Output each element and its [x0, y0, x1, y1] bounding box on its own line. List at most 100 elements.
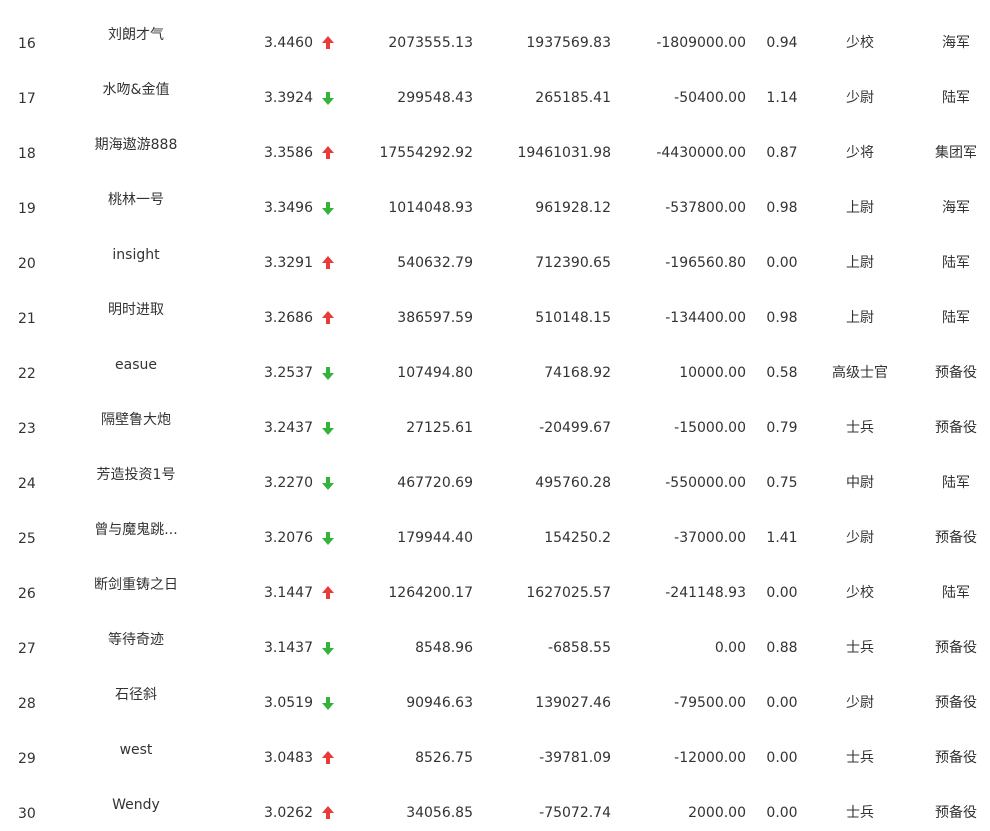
- rank-cell: 17: [18, 91, 36, 107]
- military-rank-cell: 士兵: [846, 805, 874, 821]
- name-cell[interactable]: 刘朗才气: [62, 26, 210, 44]
- value-2-cell: -39781.09: [539, 750, 611, 766]
- value-3-cell: -537800.00: [665, 200, 746, 216]
- value-1-cell: 27125.61: [406, 420, 473, 436]
- rank-cell: 27: [18, 641, 36, 657]
- military-rank-cell: 士兵: [846, 750, 874, 766]
- score-cell: 3.3924: [264, 90, 313, 106]
- name-cell[interactable]: insight: [62, 246, 210, 264]
- value-2-cell: 74168.92: [544, 365, 611, 381]
- table-row[interactable]: 18 期海遨游888 3.3586 17554292.92 19461031.9…: [0, 118, 990, 173]
- value-2-cell: 19461031.98: [517, 145, 611, 161]
- value-3-cell: 2000.00: [688, 805, 746, 821]
- arrow-down-icon: [321, 199, 335, 217]
- ratio-cell: 0.00: [766, 805, 798, 821]
- value-3-cell: -12000.00: [674, 750, 746, 766]
- table-row[interactable]: 23 隔壁鲁大炮 3.2437 27125.61 -20499.67 -1500…: [0, 393, 990, 448]
- military-rank-cell: 士兵: [846, 640, 874, 656]
- table-row[interactable]: 26 断剑重铸之日 3.1447 1264200.17 1627025.57 -…: [0, 558, 990, 613]
- score-cell: 3.2437: [264, 420, 313, 436]
- branch-cell: 预备役: [935, 750, 977, 766]
- name-cell[interactable]: 明时进取: [62, 301, 210, 319]
- value-2-cell: 265185.41: [535, 90, 611, 106]
- name-cell[interactable]: 桃林一号: [62, 191, 210, 209]
- name-cell[interactable]: 等待奇迹: [62, 631, 210, 649]
- value-3-cell: -241148.93: [665, 585, 746, 601]
- table-row[interactable]: 21 明时进取 3.2686 386597.59 510148.15 -1344…: [0, 283, 990, 338]
- table-row[interactable]: 27 等待奇迹 3.1437 8548.96 -6858.55 0.00 0.8…: [0, 613, 990, 668]
- score-cell: 3.2270: [264, 475, 313, 491]
- score-cell: 3.3586: [264, 145, 313, 161]
- arrow-up-icon: [321, 584, 335, 602]
- name-cell[interactable]: Wendy: [62, 796, 210, 814]
- value-1-cell: 34056.85: [406, 805, 473, 821]
- table-row[interactable]: 28 石径斜 3.0519 90946.63 139027.46 -79500.…: [0, 668, 990, 723]
- table-row[interactable]: 20 insight 3.3291 540632.79 712390.65 -1…: [0, 228, 990, 283]
- branch-cell: 海军: [942, 200, 970, 216]
- military-rank-cell: 少校: [846, 585, 874, 601]
- table-row[interactable]: 24 芳造投资1号 3.2270 467720.69 495760.28 -55…: [0, 448, 990, 503]
- table-row[interactable]: 30 Wendy 3.0262 34056.85 -75072.74 2000.…: [0, 778, 990, 831]
- military-rank-cell: 上尉: [846, 310, 874, 326]
- name-cell[interactable]: easue: [62, 356, 210, 374]
- table-row[interactable]: 16 刘朗才气 3.4460 2073555.13 1937569.83 -18…: [0, 8, 990, 63]
- arrow-up-icon: [321, 254, 335, 272]
- score-cell: 3.0262: [264, 805, 313, 821]
- value-1-cell: 299548.43: [397, 90, 473, 106]
- arrow-up-icon: [321, 144, 335, 162]
- ratio-cell: 1.41: [766, 530, 798, 546]
- military-rank-cell: 少尉: [846, 695, 874, 711]
- rank-cell: 30: [18, 806, 36, 822]
- name-cell[interactable]: 断剑重铸之日: [62, 576, 210, 594]
- score-cell: 3.0519: [264, 695, 313, 711]
- arrow-down-icon: [321, 419, 335, 437]
- name-cell[interactable]: 芳造投资1号: [62, 466, 210, 484]
- military-rank-cell: 士兵: [846, 420, 874, 436]
- table-row[interactable]: 17 水吻&金值 3.3924 299548.43 265185.41 -504…: [0, 63, 990, 118]
- military-rank-cell: 少尉: [846, 530, 874, 546]
- name-cell[interactable]: 期海遨游888: [62, 136, 210, 154]
- military-rank-cell: 少将: [846, 145, 874, 161]
- value-3-cell: -196560.80: [665, 255, 746, 271]
- ratio-cell: 1.14: [766, 90, 798, 106]
- value-1-cell: 1264200.17: [388, 585, 473, 601]
- branch-cell: 预备役: [935, 420, 977, 436]
- military-rank-cell: 高级士官: [832, 365, 888, 381]
- value-3-cell: -15000.00: [674, 420, 746, 436]
- table-row[interactable]: 25 曾与魔鬼跳... 3.2076 179944.40 154250.2 -3…: [0, 503, 990, 558]
- arrow-down-icon: [321, 364, 335, 382]
- rank-cell: 19: [18, 201, 36, 217]
- rank-cell: 28: [18, 696, 36, 712]
- rank-cell: 25: [18, 531, 36, 547]
- arrow-down-icon: [321, 529, 335, 547]
- value-3-cell: -550000.00: [665, 475, 746, 491]
- table-row[interactable]: 22 easue 3.2537 107494.80 74168.92 10000…: [0, 338, 990, 393]
- rank-cell: 20: [18, 256, 36, 272]
- branch-cell: 集团军: [935, 145, 977, 161]
- name-cell[interactable]: 石径斜: [62, 686, 210, 704]
- arrow-down-icon: [321, 694, 335, 712]
- arrow-up-icon: [321, 309, 335, 327]
- ratio-cell: 0.98: [766, 200, 798, 216]
- score-cell: 3.1447: [264, 585, 313, 601]
- arrow-down-icon: [321, 89, 335, 107]
- branch-cell: 海军: [942, 35, 970, 51]
- rank-cell: 24: [18, 476, 36, 492]
- score-cell: 3.3291: [264, 255, 313, 271]
- value-1-cell: 467720.69: [397, 475, 473, 491]
- table-row[interactable]: 19 桃林一号 3.3496 1014048.93 961928.12 -537…: [0, 173, 990, 228]
- name-cell[interactable]: 水吻&金值: [62, 81, 210, 99]
- value-3-cell: -4430000.00: [656, 145, 746, 161]
- name-cell[interactable]: west: [62, 741, 210, 759]
- value-2-cell: 712390.65: [535, 255, 611, 271]
- value-2-cell: 1627025.57: [526, 585, 611, 601]
- value-2-cell: 1937569.83: [526, 35, 611, 51]
- ratio-cell: 0.00: [766, 585, 798, 601]
- arrow-up-icon: [321, 804, 335, 822]
- branch-cell: 陆军: [942, 310, 970, 326]
- table-row[interactable]: 29 west 3.0483 8526.75 -39781.09 -12000.…: [0, 723, 990, 778]
- value-1-cell: 386597.59: [397, 310, 473, 326]
- name-cell[interactable]: 隔壁鲁大炮: [62, 411, 210, 429]
- name-cell[interactable]: 曾与魔鬼跳...: [62, 521, 210, 539]
- branch-cell: 陆军: [942, 255, 970, 271]
